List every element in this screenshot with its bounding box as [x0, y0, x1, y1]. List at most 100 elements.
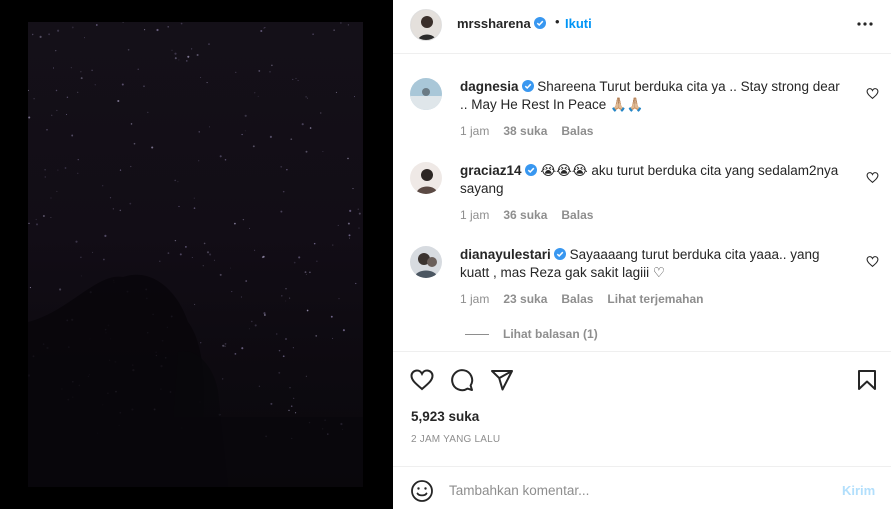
star-dot: [244, 114, 247, 117]
star-dot: [355, 282, 357, 285]
star-dot: [33, 98, 35, 100]
comment-icon[interactable]: [450, 368, 474, 392]
verified-badge-icon: [533, 17, 546, 29]
star-dot: [80, 275, 82, 277]
star-dot: [337, 224, 339, 226]
star-dot: [313, 242, 316, 245]
bookmark-icon[interactable]: [855, 368, 879, 392]
star-dot: [352, 188, 354, 190]
heart-icon[interactable]: [410, 368, 434, 392]
star-dot: [84, 37, 85, 39]
star-dot: [190, 48, 193, 50]
comment-like-heart-icon[interactable]: [866, 255, 879, 268]
star-dot: [202, 265, 204, 267]
star-dot: [180, 22, 183, 25]
star-dot: [130, 123, 133, 125]
star-dot: [71, 26, 74, 29]
post-sidebar: mrssharena • Ikuti dagnesia Shareena Tur…: [393, 0, 891, 509]
star-dot: [305, 150, 308, 153]
star-dot: [234, 353, 237, 355]
star-dot: [322, 150, 324, 152]
star-dot: [219, 273, 222, 276]
star-dot: [117, 99, 120, 103]
star-dot: [55, 50, 57, 52]
star-dot: [285, 288, 287, 290]
comment-like-heart-icon[interactable]: [866, 87, 879, 100]
star-dot: [44, 176, 47, 178]
star-dot: [305, 375, 307, 377]
star-dot: [330, 315, 333, 318]
view-replies-label[interactable]: Lihat balasan (1): [503, 327, 598, 341]
star-dot: [66, 114, 67, 115]
author-avatar[interactable]: [410, 9, 442, 41]
star-dot: [144, 29, 146, 31]
star-dot: [332, 244, 334, 246]
star-dot: [130, 165, 132, 168]
commenter-avatar[interactable]: [410, 78, 442, 110]
star-dot: [119, 169, 122, 171]
reply-button[interactable]: Balas: [561, 208, 593, 222]
star-dot: [286, 169, 288, 171]
star-dot: [254, 92, 256, 94]
comment-username[interactable]: dianayulestari: [460, 247, 551, 262]
commenter-avatar[interactable]: [410, 246, 442, 278]
star-dot: [44, 169, 46, 171]
comment-text: dianayulestari Sayaaaang turut berduka c…: [460, 246, 845, 282]
star-dot: [222, 344, 225, 347]
comment-like-heart-icon[interactable]: [866, 171, 879, 184]
commenter-avatar[interactable]: [410, 162, 442, 194]
likes-count[interactable]: 5,923 suka: [411, 409, 479, 424]
star-dot: [309, 271, 311, 274]
star-dot: [174, 57, 177, 60]
star-dot: [35, 218, 37, 221]
reply-button[interactable]: Balas: [561, 292, 593, 306]
author-username-text[interactable]: mrssharena: [457, 16, 531, 31]
star-dot: [320, 112, 322, 114]
star-dot: [206, 251, 210, 254]
comment-time[interactable]: 1 jam: [460, 292, 489, 306]
star-dot: [156, 28, 159, 32]
star-dot: [71, 134, 74, 137]
smiley-icon[interactable]: [410, 479, 434, 503]
comment-username[interactable]: dagnesia: [460, 79, 519, 94]
star-dot: [133, 142, 136, 145]
reply-button[interactable]: Balas: [561, 124, 593, 138]
send-comment-button[interactable]: Kirim: [842, 483, 875, 498]
view-replies-button[interactable]: Lihat balasan (1): [465, 327, 598, 341]
verified-badge-icon: [553, 248, 566, 260]
star-dot: [276, 333, 278, 335]
star-dot: [109, 197, 112, 199]
star-dot: [263, 27, 265, 29]
star-dot: [151, 146, 154, 149]
more-horizontal-icon[interactable]: [855, 18, 875, 30]
comment-username[interactable]: graciaz14: [460, 163, 522, 178]
star-dot: [94, 84, 96, 86]
star-dot: [143, 85, 145, 88]
see-translation-button[interactable]: Lihat terjemahan: [607, 292, 703, 306]
comment-likes[interactable]: 23 suka: [503, 292, 547, 306]
post-photo[interactable]: [28, 22, 363, 487]
follow-button[interactable]: Ikuti: [565, 16, 592, 31]
star-dot: [57, 169, 59, 171]
star-dot: [264, 27, 266, 29]
comment-time[interactable]: 1 jam: [460, 124, 489, 138]
comment-time[interactable]: 1 jam: [460, 208, 489, 222]
star-dot: [258, 385, 261, 387]
star-dot: [244, 130, 246, 132]
star-dot: [122, 22, 124, 23]
star-dot: [269, 135, 272, 138]
star-dot: [80, 71, 82, 73]
star-dot: [358, 227, 360, 229]
author-username[interactable]: mrssharena: [457, 16, 546, 31]
send-icon[interactable]: [490, 368, 514, 392]
star-dot: [222, 378, 224, 380]
star-dot: [248, 227, 250, 229]
star-dot: [260, 29, 263, 33]
post-timestamp[interactable]: 2 JAM YANG LALU: [411, 434, 500, 445]
star-dot: [312, 33, 314, 35]
comment-likes[interactable]: 38 suka: [503, 124, 547, 138]
comment-likes[interactable]: 36 suka: [503, 208, 547, 222]
star-dot: [28, 89, 30, 91]
comment-input[interactable]: [449, 477, 829, 503]
star-dot: [32, 33, 34, 36]
